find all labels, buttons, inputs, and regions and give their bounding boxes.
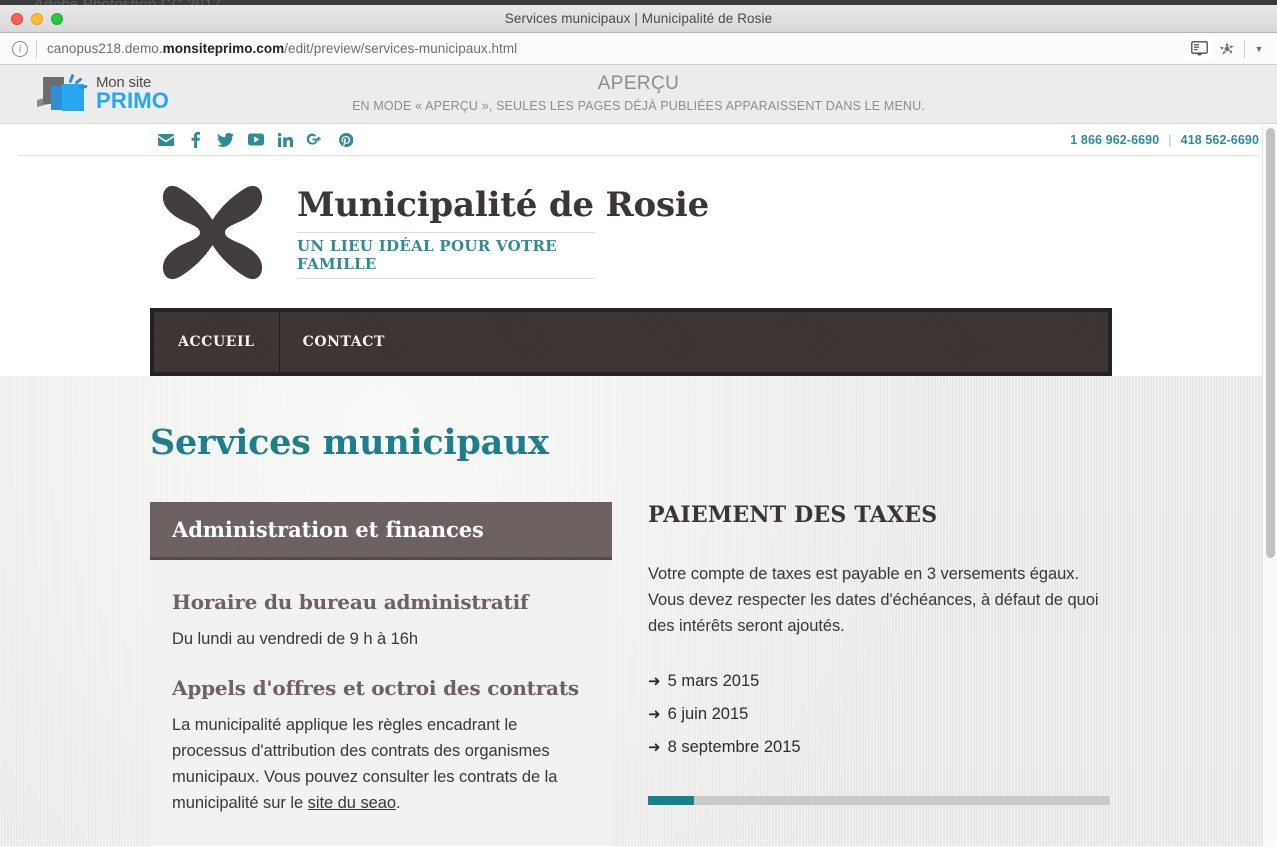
seao-link[interactable]: site du seao xyxy=(308,794,396,812)
taxes-section: PAIEMENT DES TAXES Votre compte de taxes… xyxy=(648,502,1116,846)
minimize-window-button[interactable] xyxy=(31,13,43,25)
section-text-horaire: Du lundi au vendredi de 9 h à 16h xyxy=(172,630,419,648)
chevron-down-icon[interactable]: ▼ xyxy=(1251,41,1267,57)
maximize-window-button[interactable] xyxy=(51,13,63,25)
close-window-button[interactable] xyxy=(11,13,23,25)
window-traffic-lights[interactable] xyxy=(11,13,63,25)
taxes-paragraph: Votre compte de taxes est payable en 3 v… xyxy=(648,565,1099,635)
urlbar-actions[interactable]: ▼ xyxy=(1186,36,1271,61)
section-text-appels-offres: La municipalité applique les règles enca… xyxy=(172,712,590,816)
email-icon[interactable] xyxy=(157,131,174,148)
pinterest-icon[interactable] xyxy=(337,131,354,148)
site-header: 1 866 962-6690 | 418 562-6690 Municipali… xyxy=(0,124,1277,376)
payment-date: 6 juin 2015 xyxy=(667,705,749,723)
site-info-icon[interactable]: i xyxy=(12,40,28,57)
card-header-title: Administration et finances xyxy=(172,517,484,542)
twitter-icon[interactable] xyxy=(217,131,234,148)
appels-text-after: . xyxy=(396,794,401,812)
browser-urlbar[interactable]: i canopus218.demo.monsiteprimo.com/edit/… xyxy=(0,33,1277,65)
arrow-right-icon: ➜ xyxy=(648,706,661,723)
list-item: ➜ 5 mars 2015 xyxy=(648,665,1116,698)
payment-dates-list: ➜ 5 mars 2015 ➜ 6 juin 2015 ➜ 8 septembr… xyxy=(648,665,1116,764)
section-heading-appels-offres: Appels d'offres et octroi des contrats xyxy=(172,676,579,700)
preview-subtitle: EN MODE « APERÇU », SEULES LES PAGES DÉJ… xyxy=(352,99,925,113)
preview-message: APERÇU EN MODE « APERÇU », SEULES LES PA… xyxy=(0,73,1277,113)
page-viewport: Mon site PRIMO APERÇU EN MODE « APERÇU »… xyxy=(0,65,1277,846)
phone-separator: | xyxy=(1168,132,1172,147)
browser-window: Services municipaux | Municipalité de Ro… xyxy=(0,5,1277,847)
list-item: ➜ 8 septembre 2015 xyxy=(648,731,1116,764)
url-path: /edit/preview/services-municipaux.html xyxy=(284,41,518,56)
tagline-wrapper: UN LIEU IDÉAL POUR VOTRE FAMILLE xyxy=(297,232,595,279)
phone-primary[interactable]: 1 866 962-6690 xyxy=(1070,133,1159,147)
reader-view-icon[interactable] xyxy=(1186,36,1212,61)
social-links[interactable] xyxy=(157,131,354,148)
facebook-icon[interactable] xyxy=(187,131,204,148)
phone-numbers[interactable]: 1 866 962-6690 | 418 562-6690 xyxy=(1070,124,1259,155)
page-title: Services municipaux xyxy=(150,422,549,463)
taxes-title: PAIEMENT DES TAXES xyxy=(648,502,938,528)
admin-finance-card: Administration et finances Horaire du bu… xyxy=(150,502,612,846)
list-item: ➜ 6 juin 2015 xyxy=(648,698,1116,731)
youtube-icon[interactable] xyxy=(247,131,264,148)
content-columns: Administration et finances Horaire du bu… xyxy=(150,502,1277,846)
municipality-logo-icon xyxy=(150,170,275,295)
url-domain: monsiteprimo.com xyxy=(162,41,285,56)
url-input[interactable]: canopus218.demo.monsiteprimo.com/edit/pr… xyxy=(47,41,1186,56)
progress-bar-track[interactable] xyxy=(648,796,1110,805)
card-header: Administration et finances xyxy=(150,502,612,560)
site-brand: Municipalité de Rosie UN LIEU IDÉAL POUR… xyxy=(0,156,1277,308)
nav-item-contact[interactable]: CONTACT xyxy=(278,312,409,372)
payment-date: 5 mars 2015 xyxy=(667,672,760,690)
browser-titlebar: Services municipaux | Municipalité de Ro… xyxy=(0,5,1277,33)
extension-icon[interactable] xyxy=(1216,38,1238,60)
main-navigation: ACCUEIL CONTACT xyxy=(150,308,1112,376)
section-heading-horaire: Horaire du bureau administratif xyxy=(172,590,529,614)
url-prefix: canopus218.demo. xyxy=(47,41,163,56)
progress-bar-fill xyxy=(648,796,695,805)
brand-text-block: Municipalité de Rosie UN LIEU IDÉAL POUR… xyxy=(297,185,709,279)
toolbar-divider xyxy=(1244,39,1245,58)
site-title: Municipalité de Rosie xyxy=(297,185,710,225)
nav-item-accueil[interactable]: ACCUEIL xyxy=(154,312,279,372)
window-title: Services municipaux | Municipalité de Ro… xyxy=(504,11,773,26)
site-tagline: UN LIEU IDÉAL POUR VOTRE FAMILLE xyxy=(297,237,557,273)
navigation-wrapper: ACCUEIL CONTACT xyxy=(0,308,1277,376)
googleplus-icon[interactable] xyxy=(307,131,324,148)
preview-mode-bar: Mon site PRIMO APERÇU EN MODE « APERÇU »… xyxy=(0,65,1277,124)
phone-secondary[interactable]: 418 562-6690 xyxy=(1181,133,1259,147)
arrow-right-icon: ➜ xyxy=(648,673,661,690)
payment-date: 8 septembre 2015 xyxy=(667,738,801,756)
page-content: Services municipaux Administration et fi… xyxy=(0,376,1277,846)
page-scrollbar[interactable] xyxy=(1262,126,1277,846)
scrollbar-thumb[interactable] xyxy=(1266,128,1275,558)
preview-title: APERÇU xyxy=(597,73,680,94)
social-strip: 1 866 962-6690 | 418 562-6690 xyxy=(18,124,1259,156)
arrow-right-icon: ➜ xyxy=(648,739,661,756)
urlbar-divider xyxy=(36,39,37,58)
navigation-items: ACCUEIL CONTACT xyxy=(154,312,1108,372)
linkedin-icon[interactable] xyxy=(277,131,294,148)
card-body: Horaire du bureau administratif Du lundi… xyxy=(150,560,612,846)
